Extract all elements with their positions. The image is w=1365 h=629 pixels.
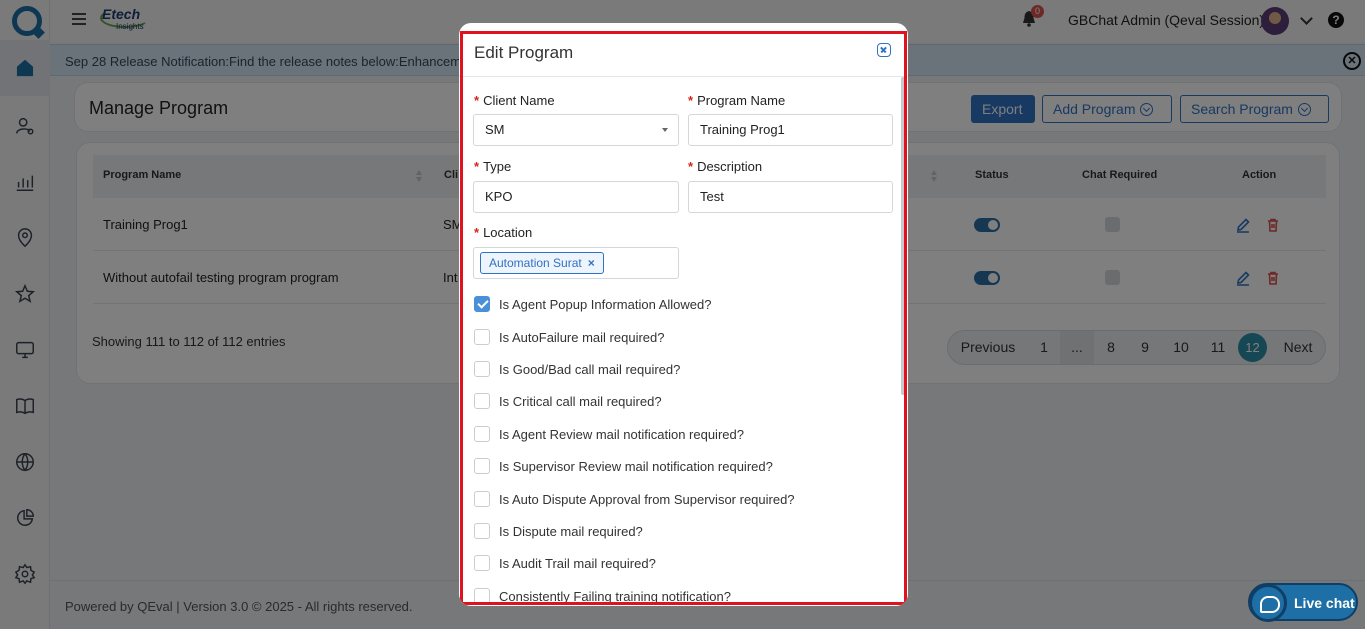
required-mark: * <box>688 159 694 174</box>
required-mark: * <box>474 93 480 108</box>
tag-remove-icon[interactable]: × <box>588 256 595 270</box>
audit-trail-mail-checkbox[interactable] <box>474 555 490 571</box>
good-bad-call-mail-label: Is Good/Bad call mail required? <box>499 362 681 377</box>
auto-dispute-approval-label: Is Auto Dispute Approval from Supervisor… <box>499 492 795 507</box>
chat-bubble-icon <box>1249 584 1287 622</box>
critical-call-mail-checkbox[interactable] <box>474 393 490 409</box>
location-tag: Automation Surat × <box>480 252 604 274</box>
agent-popup-checkbox[interactable] <box>474 296 490 312</box>
required-mark: * <box>474 159 480 174</box>
modal-scrollbar[interactable] <box>901 77 905 395</box>
auto-dispute-approval-checkbox[interactable] <box>474 491 490 507</box>
type-input[interactable]: KPO <box>473 181 679 213</box>
autofailure-mail-checkbox[interactable] <box>474 329 490 345</box>
supervisor-review-mail-checkbox[interactable] <box>474 458 490 474</box>
modal-title: Edit Program <box>474 43 574 62</box>
description-input[interactable]: Test <box>688 181 893 213</box>
client-name-select[interactable]: SM <box>473 114 679 146</box>
live-chat-button[interactable]: Live chat <box>1248 583 1358 622</box>
location-label: * Location <box>474 225 533 240</box>
autofailure-mail-label: Is AutoFailure mail required? <box>499 330 665 345</box>
program-name-label: * Program Name <box>688 93 786 108</box>
type-label: * Type <box>474 159 512 174</box>
audit-trail-mail-label: Is Audit Trail mail required? <box>499 556 656 571</box>
edit-program-modal: Edit Program * Client Name SM * Program Na… <box>459 23 908 606</box>
agent-review-mail-checkbox[interactable] <box>474 426 490 442</box>
agent-popup-label: Is Agent Popup Information Allowed? <box>499 297 712 312</box>
agent-review-mail-label: Is Agent Review mail notification requir… <box>499 427 744 442</box>
consistently-failing-label: Consistently Failing training notificati… <box>499 589 731 604</box>
good-bad-call-mail-checkbox[interactable] <box>474 361 490 377</box>
description-label: * Description <box>688 159 763 174</box>
location-multiselect[interactable]: Automation Surat × <box>473 247 679 279</box>
live-chat-label: Live chat <box>1294 595 1355 611</box>
required-mark: * <box>688 93 694 108</box>
modal-header: Edit Program <box>459 31 908 77</box>
dispute-mail-checkbox[interactable] <box>474 523 490 539</box>
required-mark: * <box>474 225 480 240</box>
caret-down-icon <box>662 128 668 132</box>
client-name-label: * Client Name <box>474 93 555 108</box>
supervisor-review-mail-label: Is Supervisor Review mail notification r… <box>499 459 773 474</box>
program-name-input[interactable]: Training Prog1 <box>688 114 893 146</box>
dispute-mail-label: Is Dispute mail required? <box>499 524 643 539</box>
critical-call-mail-label: Is Critical call mail required? <box>499 394 662 409</box>
consistently-failing-checkbox[interactable] <box>474 588 490 604</box>
close-icon[interactable] <box>877 43 891 57</box>
